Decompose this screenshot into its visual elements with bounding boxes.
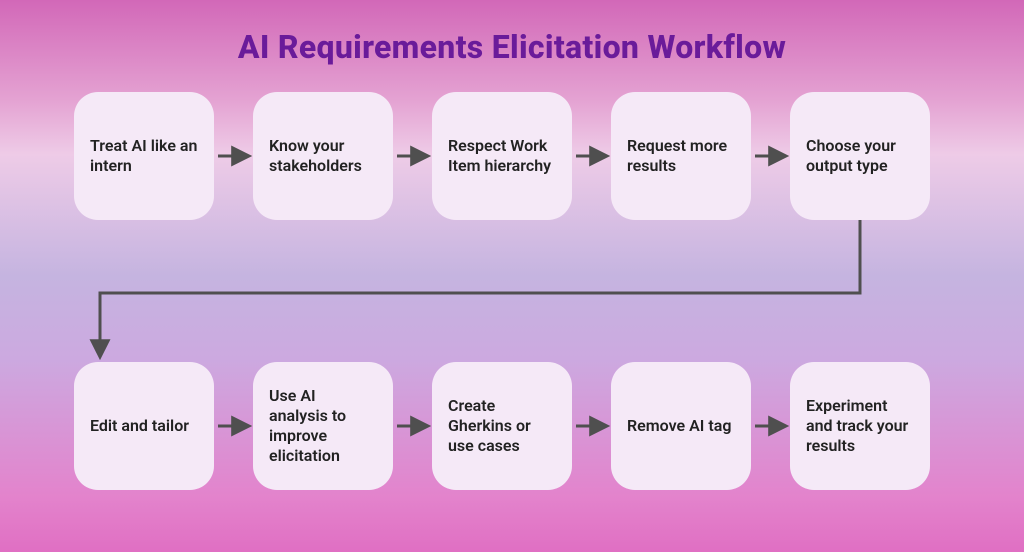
step-label: Create Gherkins or use cases xyxy=(448,396,556,456)
step-6: Edit and tailor xyxy=(74,362,214,490)
step-5: Choose your output type xyxy=(790,92,930,220)
step-9: Remove AI tag xyxy=(611,362,751,490)
step-label: Treat AI like an intern xyxy=(90,136,198,176)
step-1: Treat AI like an intern xyxy=(74,92,214,220)
step-7: Use AI analysis to improve elicitation xyxy=(253,362,393,490)
page-title: AI Requirements Elicitation Workflow xyxy=(0,28,1024,66)
step-label: Respect Work Item hierarchy xyxy=(448,136,556,176)
step-label: Edit and tailor xyxy=(90,416,189,436)
step-label: Experiment and track your results xyxy=(806,396,914,456)
step-label: Use AI analysis to improve elicitation xyxy=(269,386,377,466)
step-label: Choose your output type xyxy=(806,136,914,176)
step-label: Know your stakeholders xyxy=(269,136,377,176)
arrow-icon xyxy=(100,220,860,356)
step-8: Create Gherkins or use cases xyxy=(432,362,572,490)
step-2: Know your stakeholders xyxy=(253,92,393,220)
step-10: Experiment and track your results xyxy=(790,362,930,490)
step-label: Request more results xyxy=(627,136,735,176)
step-3: Respect Work Item hierarchy xyxy=(432,92,572,220)
diagram-canvas: AI Requirements Elicitation Workflow Tre… xyxy=(0,0,1024,552)
step-4: Request more results xyxy=(611,92,751,220)
step-label: Remove AI tag xyxy=(627,416,731,436)
